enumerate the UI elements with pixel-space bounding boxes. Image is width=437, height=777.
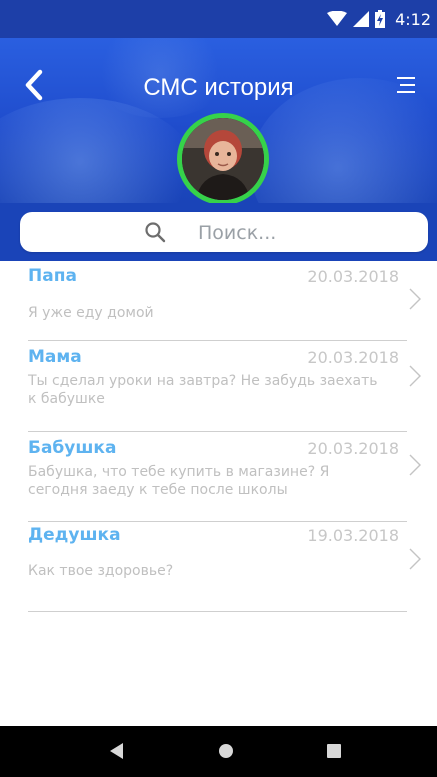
message-date: 20.03.2018 bbox=[307, 267, 399, 286]
list-item[interactable]: Папа 20.03.2018 Я уже еду домой bbox=[0, 262, 437, 350]
signal-icon bbox=[353, 11, 370, 27]
status-bar: 4:12 bbox=[0, 0, 437, 38]
message-date: 20.03.2018 bbox=[307, 348, 399, 367]
nav-recent-icon[interactable] bbox=[327, 744, 341, 758]
menu-icon[interactable] bbox=[395, 74, 417, 96]
list-item[interactable]: Бабушка 20.03.2018 Бабушка, что тебе куп… bbox=[0, 438, 437, 530]
chevron-right-icon[interactable] bbox=[409, 454, 421, 476]
chevron-right-icon[interactable] bbox=[409, 288, 421, 310]
navigation-bar bbox=[0, 726, 437, 777]
divider bbox=[28, 431, 407, 432]
contact-name: Бабушка bbox=[28, 438, 117, 458]
chevron-right-icon[interactable] bbox=[409, 548, 421, 570]
page-title: СМС история bbox=[143, 74, 294, 101]
message-preview: Я уже еду домой bbox=[28, 305, 154, 321]
contact-name: Папа bbox=[28, 266, 77, 286]
message-preview: Как твое здоровье? bbox=[28, 563, 174, 579]
avatar[interactable] bbox=[177, 113, 269, 203]
status-time: 4:12 bbox=[395, 9, 431, 29]
chevron-right-icon[interactable] bbox=[409, 365, 421, 387]
divider bbox=[28, 611, 407, 612]
avatar-image bbox=[182, 118, 264, 200]
message-date: 20.03.2018 bbox=[307, 439, 399, 458]
nav-home-icon[interactable] bbox=[219, 744, 233, 758]
message-preview: Ты сделал уроки на завтра? Не забудь зае… bbox=[28, 373, 378, 407]
search-icon bbox=[145, 222, 166, 243]
divider bbox=[28, 521, 407, 522]
message-list: Папа 20.03.2018 Я уже еду домой Мама 20.… bbox=[0, 262, 437, 620]
message-preview: Бабушка, что тебе купить в магазине? Я с… bbox=[28, 464, 330, 498]
list-item[interactable]: Дедушка 19.03.2018 Как твое здоровье? bbox=[0, 525, 437, 620]
list-item[interactable]: Мама 20.03.2018 Ты сделал уроки на завтр… bbox=[0, 347, 437, 441]
search-input[interactable]: Поиск... bbox=[20, 212, 428, 252]
contact-name: Дедушка bbox=[28, 525, 121, 545]
battery-icon bbox=[375, 10, 386, 28]
wifi-icon bbox=[327, 11, 348, 26]
contact-name: Мама bbox=[28, 347, 82, 367]
message-date: 19.03.2018 bbox=[307, 526, 399, 545]
nav-back-icon[interactable] bbox=[110, 743, 124, 759]
header: СМС история bbox=[0, 38, 437, 203]
status-icons: 4:12 bbox=[327, 0, 431, 38]
search-placeholder: Поиск... bbox=[198, 222, 277, 244]
divider bbox=[28, 340, 407, 341]
